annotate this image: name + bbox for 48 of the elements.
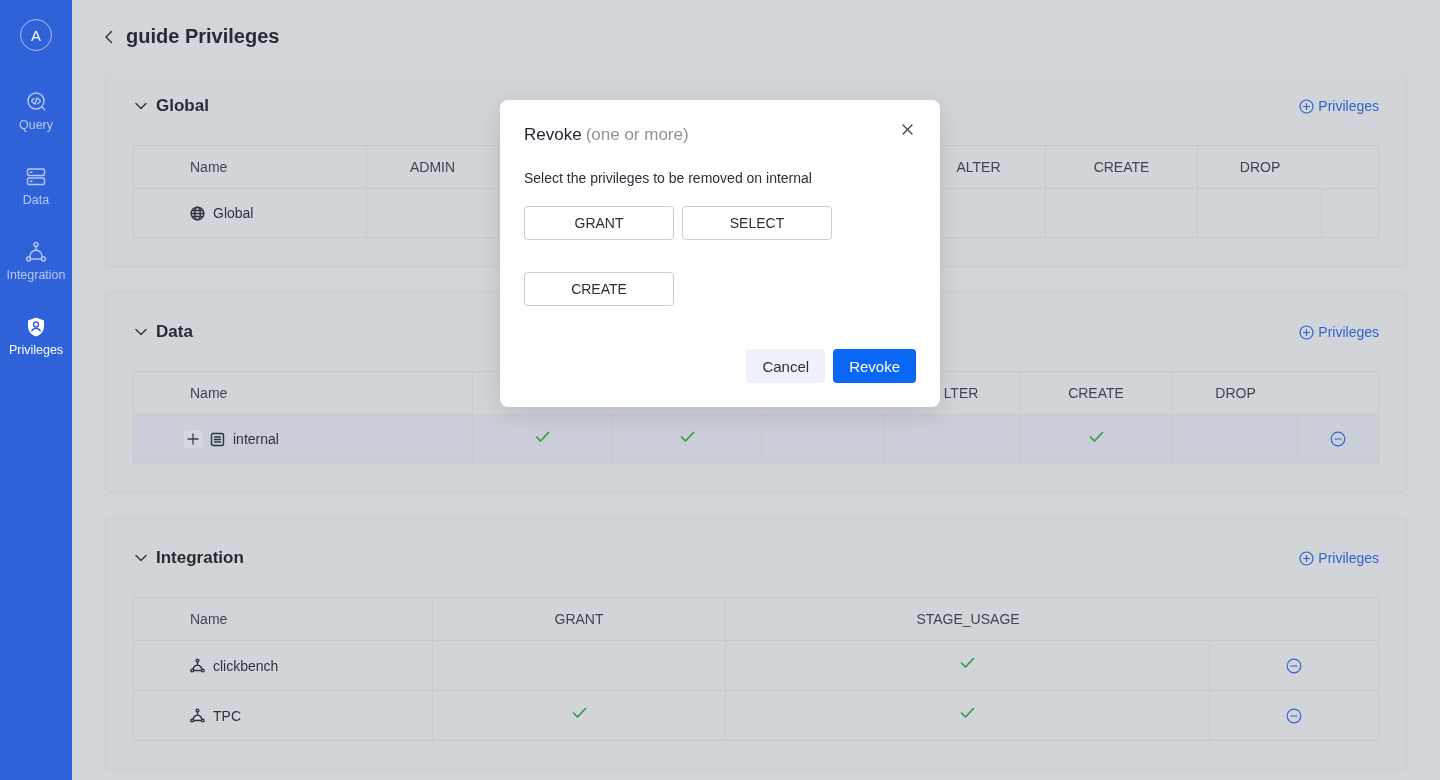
column-header: Name <box>134 372 473 414</box>
row-name[interactable]: TPC <box>213 707 241 724</box>
column-header: CREATE <box>1046 146 1198 188</box>
section-title: Data <box>156 322 193 342</box>
revoke-button[interactable]: Revoke <box>833 349 916 383</box>
plus-circle-icon <box>1299 550 1315 566</box>
shield-user-icon <box>25 316 47 338</box>
privilege-option[interactable]: SELECT <box>682 206 832 240</box>
sidebar-item[interactable]: Privileges <box>0 312 72 387</box>
nodes-icon <box>190 708 205 723</box>
privilege-option[interactable]: GRANT <box>524 206 674 240</box>
list-icon <box>210 431 225 447</box>
section-title: Integration <box>156 548 244 568</box>
expand-button[interactable] <box>184 430 202 448</box>
table-row[interactable]: internal <box>134 415 1378 464</box>
column-header: Name <box>134 146 367 188</box>
nodes-icon <box>25 241 47 263</box>
plus-circle-icon <box>1299 98 1315 114</box>
column-header: STAGE_USAGE <box>915 610 1021 629</box>
minus-circle-icon[interactable] <box>1286 707 1302 724</box>
column-header: DROP <box>1238 158 1282 177</box>
minus-circle-icon[interactable] <box>1330 431 1346 447</box>
page-title: guide Privileges <box>126 25 280 48</box>
search-code-icon <box>25 91 47 113</box>
section-title: Global <box>156 96 209 116</box>
add-privileges-link[interactable]: Privileges <box>1299 98 1379 114</box>
cancel-button[interactable]: Cancel <box>746 349 826 383</box>
dialog-title: Revoke <box>524 125 582 145</box>
column-header: DROP <box>1214 384 1257 403</box>
privilege-option[interactable]: CREATE <box>524 272 674 306</box>
globe-icon <box>190 205 205 221</box>
close-icon[interactable] <box>902 123 913 135</box>
row-name[interactable]: Global <box>213 205 254 221</box>
plus-icon <box>186 432 200 446</box>
plus-circle-icon <box>1299 324 1315 340</box>
column-header: GRANT <box>433 598 726 640</box>
column-header: CREATE <box>1020 372 1173 414</box>
row-name[interactable]: internal <box>233 431 279 447</box>
add-privileges-link[interactable]: Privileges <box>1299 324 1379 340</box>
add-privileges-link[interactable]: Privileges <box>1299 550 1379 566</box>
nodes-icon <box>190 658 205 673</box>
column-header: Name <box>134 598 433 640</box>
dialog-title-note: (one or more) <box>585 125 689 145</box>
dialog-message: Select the privileges to be removed on internal <box>524 170 813 186</box>
row-name[interactable]: clickbench <box>213 657 279 674</box>
minus-circle-icon[interactable] <box>1286 657 1302 674</box>
column-header: ADMIN <box>367 146 499 188</box>
server-icon <box>25 166 47 188</box>
